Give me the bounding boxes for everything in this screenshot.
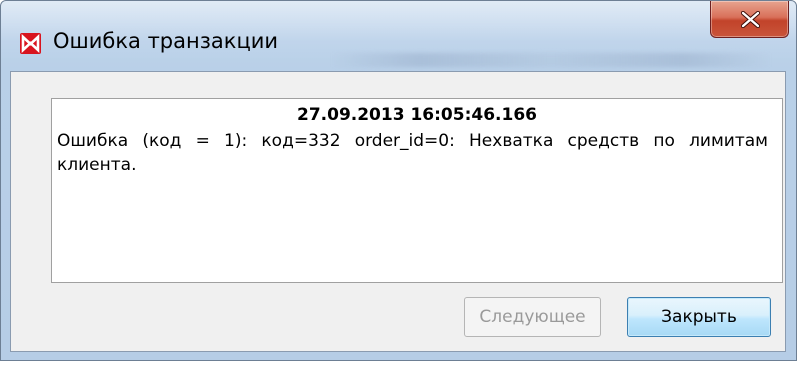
background-blur xyxy=(331,53,771,67)
message-text-area[interactable]: 27.09.2013 16:05:46.166 Ошибка (код = 1)… xyxy=(51,98,783,283)
window-title: Ошибка транзакции xyxy=(53,29,279,53)
window-close-button[interactable] xyxy=(710,1,789,38)
message-timestamp: 27.09.2013 16:05:46.166 xyxy=(297,105,537,125)
moex-logo-icon xyxy=(20,33,41,54)
next-button[interactable]: Следующее xyxy=(464,297,601,337)
dialog-client-area: 27.09.2013 16:05:46.166 Ошибка (код = 1)… xyxy=(10,71,786,352)
close-button[interactable]: Закрыть xyxy=(627,297,771,337)
error-dialog-window: Ошибка транзакции 27.09.2013 16:05:46.16… xyxy=(0,0,797,361)
close-icon xyxy=(741,11,760,28)
message-body: Ошибка (код = 1): код=332 order_id=0: Не… xyxy=(57,131,768,175)
